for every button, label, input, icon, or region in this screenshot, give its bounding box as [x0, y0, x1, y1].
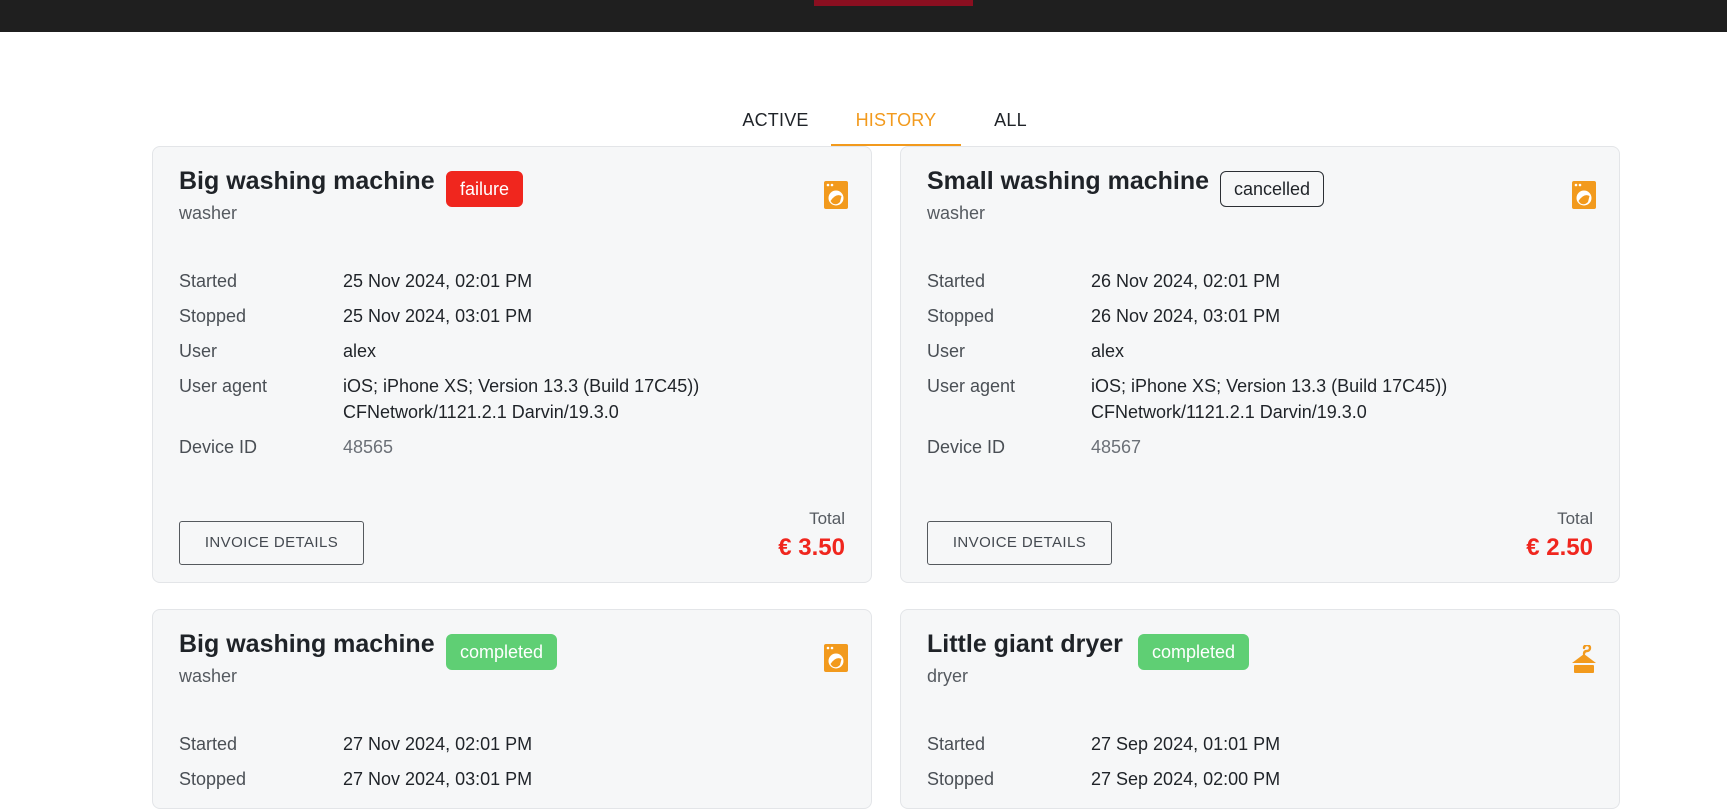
top-navbar: [0, 0, 1727, 32]
started-label: Started: [179, 271, 238, 291]
started-label: Started: [927, 734, 986, 754]
device-id-label: Device ID: [927, 437, 1006, 457]
user-agent-value-line1: iOS; iPhone XS; Version 13.3 (Build 17C4…: [343, 376, 700, 396]
session-card: Small washing machine cancelled washer S…: [900, 146, 1620, 583]
machine-type: washer: [179, 666, 238, 686]
stopped-label: Stopped: [927, 769, 995, 789]
total-label: Total: [1557, 509, 1593, 528]
started-label: Started: [179, 734, 238, 754]
user-value: alex: [1091, 341, 1125, 361]
total-label: Total: [809, 509, 845, 528]
total-amount: € 2.50: [1526, 534, 1593, 561]
washer-icon: [824, 181, 848, 209]
stopped-label: Stopped: [179, 769, 247, 789]
device-id-value: 48565: [343, 437, 394, 457]
invoice-details-button[interactable]: INVOICE DETAILS: [179, 521, 364, 565]
total-amount: € 3.50: [778, 534, 845, 561]
machine-type: dryer: [927, 666, 969, 686]
stopped-value: 25 Nov 2024, 03:01 PM: [343, 306, 533, 326]
tab-all[interactable]: ALL: [961, 100, 1060, 146]
machine-name: Big washing machine: [179, 630, 435, 658]
tab-active[interactable]: ACTIVE: [720, 100, 831, 146]
status-badge: completed: [1138, 634, 1250, 670]
invoice-details-button[interactable]: INVOICE DETAILS: [927, 521, 1112, 565]
started-value: 27 Nov 2024, 02:01 PM: [343, 734, 533, 754]
device-id-label: Device ID: [179, 437, 258, 457]
user-agent-value-line2: CFNetwork/1121.2.1 Darvin/19.3.0: [1091, 402, 1367, 422]
machine-type: washer: [927, 203, 986, 223]
user-label: User: [927, 341, 966, 361]
user-agent-label: User agent: [927, 376, 1016, 396]
user-value: alex: [343, 341, 377, 361]
user-agent-value-line2: CFNetwork/1121.2.1 Darvin/19.3.0: [343, 402, 619, 422]
session-card: Little giant dryer completed dryer Start…: [900, 609, 1620, 809]
user-label: User: [179, 341, 218, 361]
user-agent-label: User agent: [179, 376, 268, 396]
stopped-value: 27 Nov 2024, 03:01 PM: [343, 769, 533, 789]
tab-history[interactable]: HISTORY: [831, 100, 961, 146]
machine-name: Big washing machine: [179, 167, 435, 195]
user-agent-value-line1: iOS; iPhone XS; Version 13.3 (Build 17C4…: [1091, 376, 1448, 396]
stopped-value: 26 Nov 2024, 03:01 PM: [1091, 306, 1281, 326]
active-nav-indicator[interactable]: [814, 0, 973, 6]
session-tabs: ACTIVE HISTORY ALL: [720, 100, 1060, 146]
started-value: 27 Sep 2024, 01:01 PM: [1091, 734, 1281, 754]
session-card: Big washing machine completed washer Sta…: [152, 609, 872, 809]
machine-type: washer: [179, 203, 238, 223]
started-value: 26 Nov 2024, 02:01 PM: [1091, 271, 1281, 291]
machine-name: Small washing machine: [927, 167, 1210, 195]
session-card: Big washing machine failure washer Start…: [152, 146, 872, 583]
stopped-label: Stopped: [927, 306, 995, 326]
stopped-label: Stopped: [179, 306, 247, 326]
status-badge: cancelled: [1220, 171, 1325, 207]
started-label: Started: [927, 271, 986, 291]
stopped-value: 27 Sep 2024, 02:00 PM: [1091, 769, 1281, 789]
status-badge: failure: [446, 171, 524, 207]
status-badge: completed: [446, 634, 558, 670]
started-value: 25 Nov 2024, 02:01 PM: [343, 271, 533, 291]
washer-icon: [1572, 181, 1596, 209]
machine-name: Little giant dryer: [927, 630, 1123, 658]
hanger-icon: [1572, 645, 1596, 673]
washer-icon: [824, 644, 848, 672]
device-id-value: 48567: [1091, 437, 1142, 457]
